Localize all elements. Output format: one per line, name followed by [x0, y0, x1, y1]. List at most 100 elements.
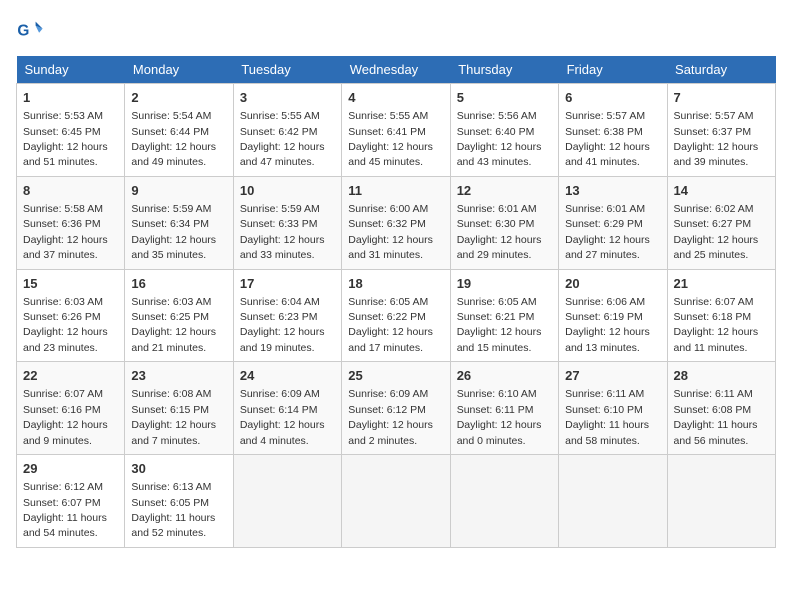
day-info: Sunrise: 6:01 AMSunset: 6:29 PMDaylight:…: [565, 203, 650, 261]
day-info: Sunrise: 5:55 AMSunset: 6:42 PMDaylight:…: [240, 110, 325, 168]
day-info: Sunrise: 5:56 AMSunset: 6:40 PMDaylight:…: [457, 110, 542, 168]
calendar-cell: 22 Sunrise: 6:07 AMSunset: 6:16 PMDayligh…: [17, 362, 125, 455]
day-info: Sunrise: 6:07 AMSunset: 6:18 PMDaylight:…: [674, 296, 759, 354]
day-info: Sunrise: 6:05 AMSunset: 6:21 PMDaylight:…: [457, 296, 542, 354]
day-info: Sunrise: 6:07 AMSunset: 6:16 PMDaylight:…: [23, 388, 108, 446]
day-number: 23: [131, 367, 226, 385]
day-info: Sunrise: 6:00 AMSunset: 6:32 PMDaylight:…: [348, 203, 433, 261]
day-number: 4: [348, 89, 443, 107]
calendar-cell: 9 Sunrise: 5:59 AMSunset: 6:34 PMDaylight…: [125, 176, 233, 269]
day-info: Sunrise: 6:10 AMSunset: 6:11 PMDaylight:…: [457, 388, 542, 446]
calendar-cell: 24 Sunrise: 6:09 AMSunset: 6:14 PMDayligh…: [233, 362, 341, 455]
header-friday: Friday: [559, 56, 667, 84]
day-number: 12: [457, 182, 552, 200]
day-info: Sunrise: 6:03 AMSunset: 6:26 PMDaylight:…: [23, 296, 108, 354]
calendar-cell: 23 Sunrise: 6:08 AMSunset: 6:15 PMDayligh…: [125, 362, 233, 455]
calendar-cell: 21 Sunrise: 6:07 AMSunset: 6:18 PMDayligh…: [667, 269, 775, 362]
svg-text:G: G: [17, 23, 29, 40]
day-info: Sunrise: 6:12 AMSunset: 6:07 PMDaylight:…: [23, 481, 107, 539]
day-number: 9: [131, 182, 226, 200]
day-number: 6: [565, 89, 660, 107]
day-number: 18: [348, 275, 443, 293]
day-number: 8: [23, 182, 118, 200]
calendar-cell: 29 Sunrise: 6:12 AMSunset: 6:07 PMDayligh…: [17, 455, 125, 548]
header-monday: Monday: [125, 56, 233, 84]
header-wednesday: Wednesday: [342, 56, 450, 84]
logo: G: [16, 16, 48, 44]
calendar-cell: 25 Sunrise: 6:09 AMSunset: 6:12 PMDayligh…: [342, 362, 450, 455]
day-info: Sunrise: 6:06 AMSunset: 6:19 PMDaylight:…: [565, 296, 650, 354]
calendar-cell: [667, 455, 775, 548]
calendar-cell: 10 Sunrise: 5:59 AMSunset: 6:33 PMDayligh…: [233, 176, 341, 269]
day-number: 14: [674, 182, 769, 200]
day-info: Sunrise: 6:04 AMSunset: 6:23 PMDaylight:…: [240, 296, 325, 354]
calendar-cell: [559, 455, 667, 548]
day-info: Sunrise: 6:09 AMSunset: 6:12 PMDaylight:…: [348, 388, 433, 446]
calendar-cell: 17 Sunrise: 6:04 AMSunset: 6:23 PMDayligh…: [233, 269, 341, 362]
header-saturday: Saturday: [667, 56, 775, 84]
day-info: Sunrise: 6:05 AMSunset: 6:22 PMDaylight:…: [348, 296, 433, 354]
day-number: 3: [240, 89, 335, 107]
day-number: 13: [565, 182, 660, 200]
calendar-cell: 5 Sunrise: 5:56 AMSunset: 6:40 PMDaylight…: [450, 84, 558, 177]
day-number: 27: [565, 367, 660, 385]
calendar-cell: 12Sunrise: 6:01 AMSunset: 6:30 PMDayligh…: [450, 176, 558, 269]
calendar-cell: 11 Sunrise: 6:00 AMSunset: 6:32 PMDayligh…: [342, 176, 450, 269]
day-number: 2: [131, 89, 226, 107]
calendar-cell: 16 Sunrise: 6:03 AMSunset: 6:25 PMDayligh…: [125, 269, 233, 362]
day-number: 17: [240, 275, 335, 293]
day-number: 10: [240, 182, 335, 200]
day-info: Sunrise: 5:59 AMSunset: 6:34 PMDaylight:…: [131, 203, 216, 261]
day-info: Sunrise: 5:57 AMSunset: 6:37 PMDaylight:…: [674, 110, 759, 168]
calendar-cell: 18 Sunrise: 6:05 AMSunset: 6:22 PMDayligh…: [342, 269, 450, 362]
calendar-week-row: 29 Sunrise: 6:12 AMSunset: 6:07 PMDayligh…: [17, 455, 776, 548]
calendar-cell: 2Sunrise: 5:54 AMSunset: 6:44 PMDaylight…: [125, 84, 233, 177]
day-number: 11: [348, 182, 443, 200]
day-info: Sunrise: 6:03 AMSunset: 6:25 PMDaylight:…: [131, 296, 216, 354]
calendar-cell: 28Sunrise: 6:11 AMSunset: 6:08 PMDayligh…: [667, 362, 775, 455]
day-info: Sunrise: 6:13 AMSunset: 6:05 PMDaylight:…: [131, 481, 215, 539]
calendar-cell: 26Sunrise: 6:10 AMSunset: 6:11 PMDayligh…: [450, 362, 558, 455]
calendar-cell: 27 Sunrise: 6:11 AMSunset: 6:10 PMDayligh…: [559, 362, 667, 455]
calendar-cell: [233, 455, 341, 548]
day-number: 25: [348, 367, 443, 385]
header-thursday: Thursday: [450, 56, 558, 84]
header-sunday: Sunday: [17, 56, 125, 84]
logo-icon: G: [16, 16, 44, 44]
day-info: Sunrise: 5:58 AMSunset: 6:36 PMDaylight:…: [23, 203, 108, 261]
calendar-cell: 14Sunrise: 6:02 AMSunset: 6:27 PMDayligh…: [667, 176, 775, 269]
day-number: 21: [674, 275, 769, 293]
calendar-week-row: 15 Sunrise: 6:03 AMSunset: 6:26 PMDayligh…: [17, 269, 776, 362]
day-number: 1: [23, 89, 118, 107]
calendar-header-row: SundayMondayTuesdayWednesdayThursdayFrid…: [17, 56, 776, 84]
day-number: 22: [23, 367, 118, 385]
calendar-cell: 20 Sunrise: 6:06 AMSunset: 6:19 PMDayligh…: [559, 269, 667, 362]
calendar-week-row: 8 Sunrise: 5:58 AMSunset: 6:36 PMDaylight…: [17, 176, 776, 269]
day-info: Sunrise: 5:55 AMSunset: 6:41 PMDaylight:…: [348, 110, 433, 168]
calendar-cell: 7Sunrise: 5:57 AMSunset: 6:37 PMDaylight…: [667, 84, 775, 177]
day-info: Sunrise: 6:08 AMSunset: 6:15 PMDaylight:…: [131, 388, 216, 446]
day-number: 15: [23, 275, 118, 293]
day-info: Sunrise: 5:59 AMSunset: 6:33 PMDaylight:…: [240, 203, 325, 261]
calendar-cell: 19 Sunrise: 6:05 AMSunset: 6:21 PMDayligh…: [450, 269, 558, 362]
day-number: 29: [23, 460, 118, 478]
day-info: Sunrise: 5:53 AMSunset: 6:45 PMDaylight:…: [23, 110, 108, 168]
day-number: 16: [131, 275, 226, 293]
day-number: 5: [457, 89, 552, 107]
day-number: 20: [565, 275, 660, 293]
header-tuesday: Tuesday: [233, 56, 341, 84]
day-number: 24: [240, 367, 335, 385]
calendar-cell: 3 Sunrise: 5:55 AMSunset: 6:42 PMDaylight…: [233, 84, 341, 177]
calendar-cell: [342, 455, 450, 548]
calendar-cell: 8 Sunrise: 5:58 AMSunset: 6:36 PMDaylight…: [17, 176, 125, 269]
day-info: Sunrise: 6:09 AMSunset: 6:14 PMDaylight:…: [240, 388, 325, 446]
day-info: Sunrise: 6:11 AMSunset: 6:08 PMDaylight:…: [674, 388, 758, 446]
day-number: 30: [131, 460, 226, 478]
calendar-cell: [450, 455, 558, 548]
calendar-table: SundayMondayTuesdayWednesdayThursdayFrid…: [16, 56, 776, 548]
calendar-week-row: 22 Sunrise: 6:07 AMSunset: 6:16 PMDayligh…: [17, 362, 776, 455]
day-number: 19: [457, 275, 552, 293]
calendar-cell: 15 Sunrise: 6:03 AMSunset: 6:26 PMDayligh…: [17, 269, 125, 362]
day-info: Sunrise: 6:11 AMSunset: 6:10 PMDaylight:…: [565, 388, 649, 446]
calendar-cell: 6Sunrise: 5:57 AMSunset: 6:38 PMDaylight…: [559, 84, 667, 177]
